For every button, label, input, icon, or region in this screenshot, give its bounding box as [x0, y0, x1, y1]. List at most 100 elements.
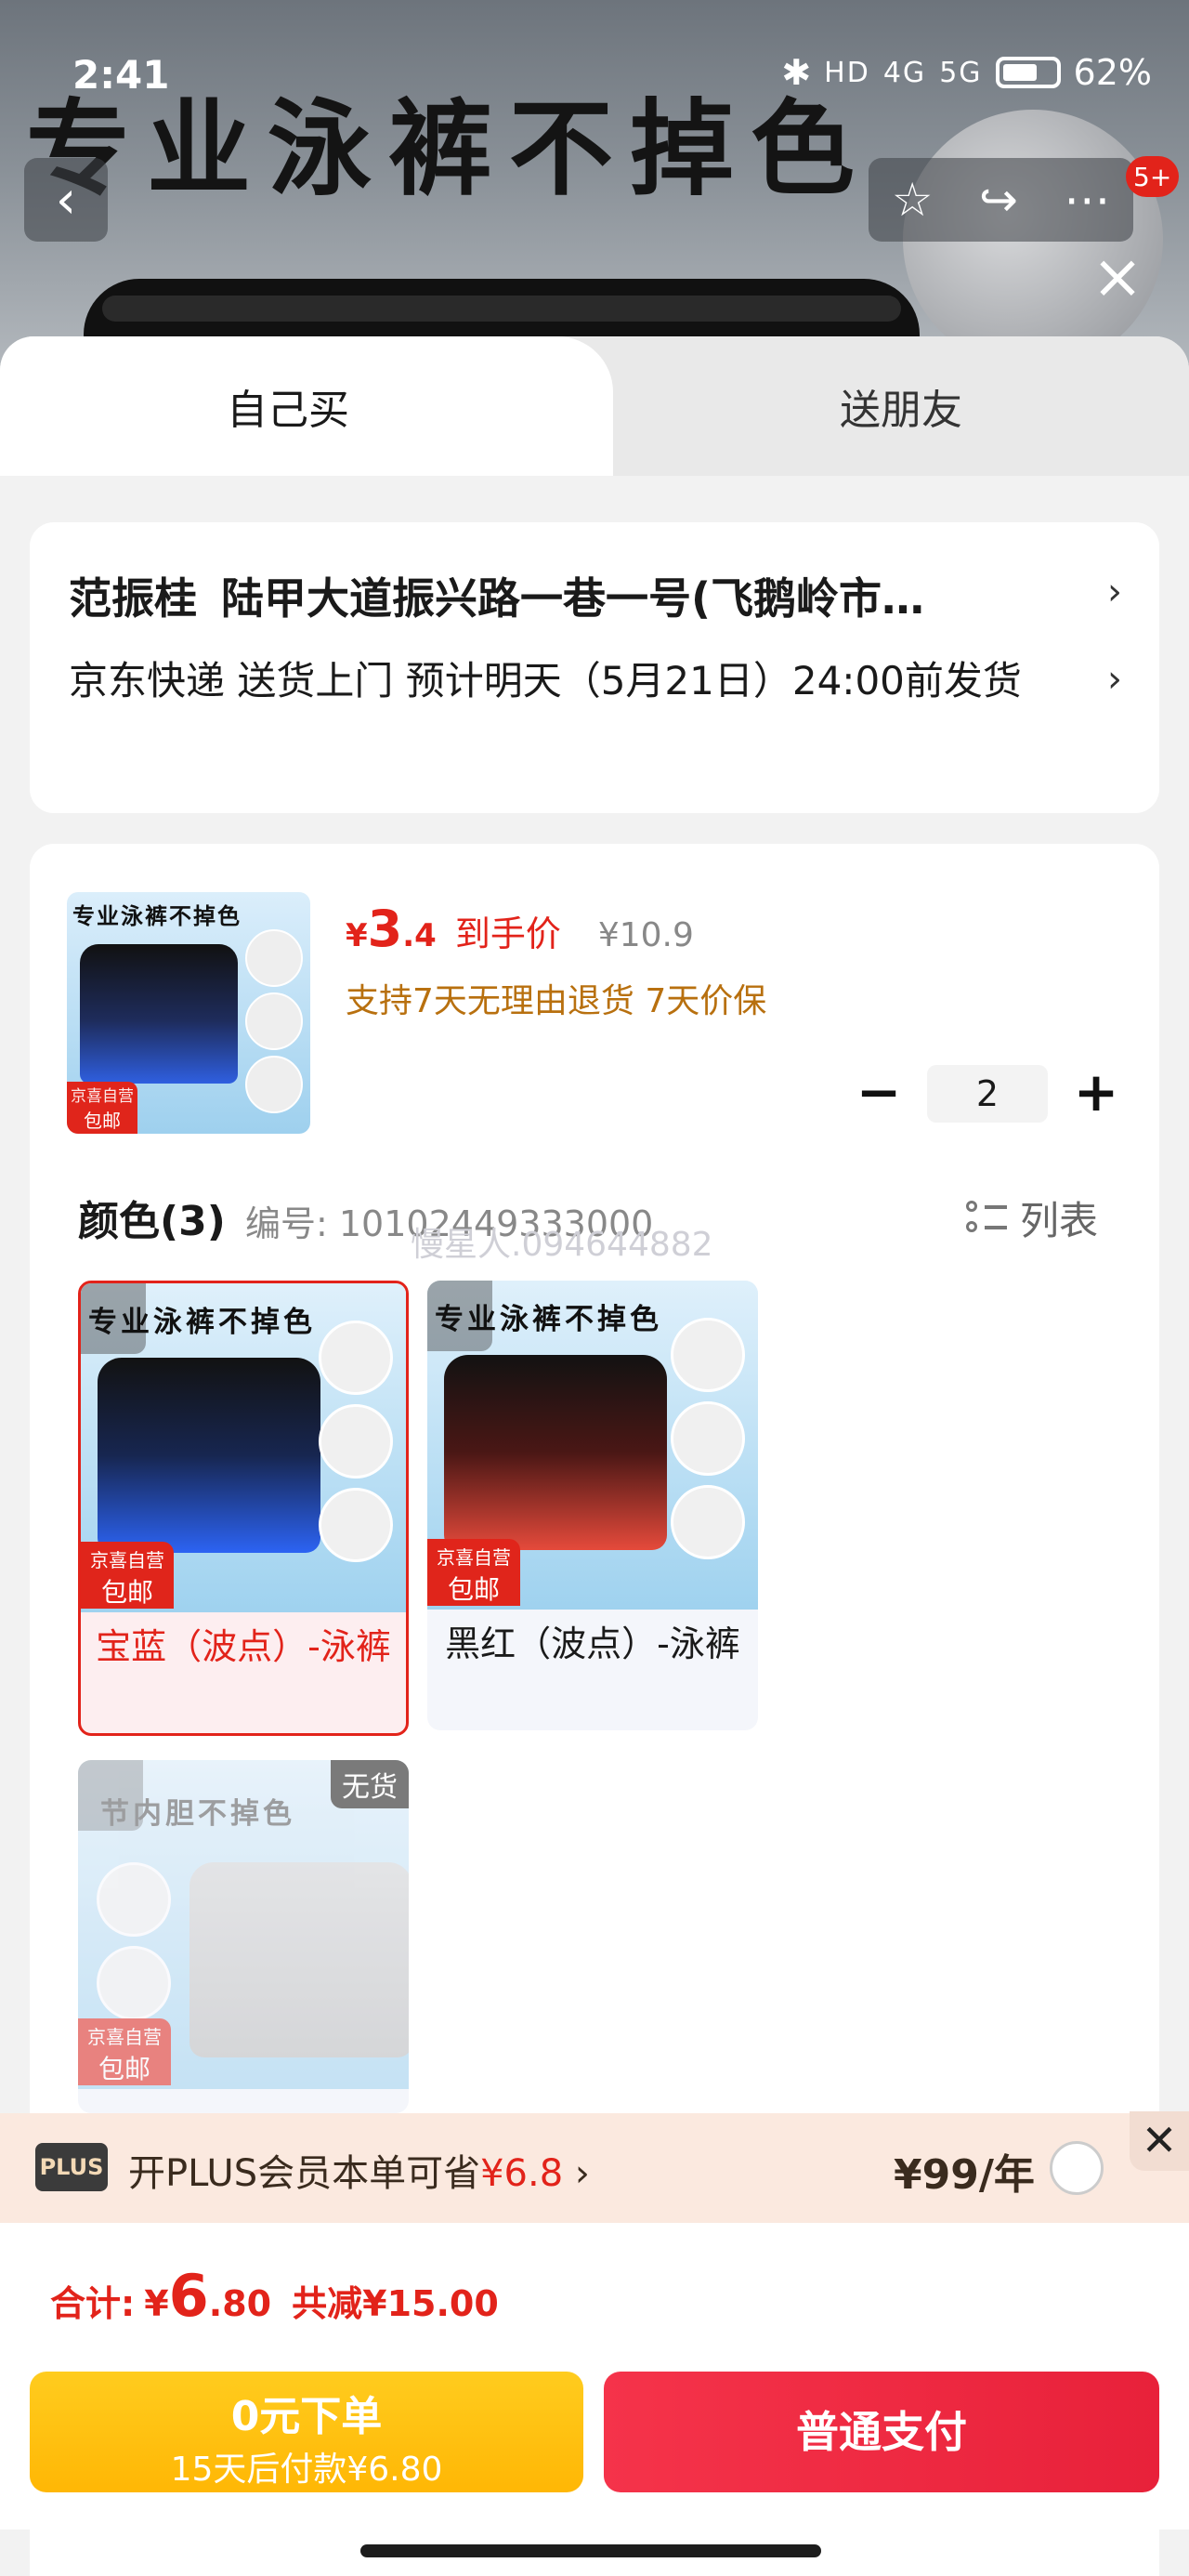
battery-icon: [995, 57, 1061, 88]
swatch-royal-blue[interactable]: 专业泳裤不掉色 京喜自营包邮 宝蓝（波点）-泳裤: [78, 1281, 409, 1736]
star-icon[interactable]: ☆: [892, 173, 934, 227]
home-indicator[interactable]: [360, 2544, 821, 2557]
jd-badge-top: 京喜自营: [71, 1087, 134, 1106]
swatch-sold-out[interactable]: 节内胆不掉色 京喜自营包邮 无货: [78, 1760, 409, 2113]
color-spec-heading: 颜色(3): [78, 1198, 226, 1245]
quantity-stepper: − 2 +: [853, 1065, 1122, 1123]
shipping-info[interactable]: 京东快递 送货上门 预计明天（5月21日）24:00前发货: [69, 652, 1072, 710]
original-price: ¥10.9: [597, 916, 694, 954]
more-icon[interactable]: ⋯: [1064, 173, 1110, 227]
plus-membership-bar[interactable]: PLUS 开PLUS会员本单可省¥6.8 › ¥99/年: [0, 2113, 1189, 2223]
swatch-shorts: [444, 1355, 667, 1550]
total-discount: 共减¥15.00: [292, 2283, 499, 2324]
hd-icon: HD: [824, 56, 870, 89]
swatch-detail-circles: [671, 1318, 751, 1569]
plus-close-button[interactable]: ✕: [1130, 2111, 1189, 2171]
total-symbol: ¥: [144, 2283, 169, 2324]
jd-badge-top: 京喜自营: [437, 1546, 511, 1569]
swatch-label: 宝蓝（波点）-泳裤: [96, 1626, 391, 1667]
order-total: 合计: ¥6.80 共减¥15.00: [50, 2262, 499, 2330]
tab-buy-self[interactable]: 自己买: [0, 336, 613, 476]
jd-badge-top: 京喜自营: [90, 1549, 164, 1571]
price-symbol: ¥: [346, 917, 368, 954]
swatch-image: 节内胆不掉色 京喜自营包邮: [78, 1760, 409, 2089]
watermark-text: 慢星人.094644882: [411, 1226, 713, 1264]
swatch-black-red[interactable]: 专业泳裤不掉色 京喜自营包邮 黑红（波点）-泳裤: [427, 1281, 758, 1730]
jd-badge-bottom: 包邮: [100, 1577, 153, 1608]
jd-badge-bottom: 包邮: [447, 1574, 500, 1605]
close-icon: ×: [1091, 241, 1143, 312]
jd-badge-top: 京喜自营: [87, 2026, 162, 2048]
battery-percent: 62%: [1073, 52, 1152, 93]
share-icon[interactable]: ↪: [979, 173, 1018, 227]
status-bar: 2:41 ✱ HD 4G 5G 62%: [0, 0, 1189, 98]
signal-4g-icon: 4G: [882, 56, 927, 89]
increase-quantity-button[interactable]: +: [1070, 1065, 1122, 1120]
address-chevron-icon: ›: [1107, 571, 1122, 613]
swatch-slogan: 专业泳裤不掉色: [88, 1306, 316, 1339]
plus-offer-text: 开PLUS会员本单可省¥6.8 ›: [128, 2143, 590, 2197]
total-amount: ¥6: [144, 2262, 209, 2330]
swatch-shorts: [98, 1358, 320, 1553]
swatch-detail-circles: [97, 1862, 176, 2030]
shipping-chevron-icon: ›: [1107, 658, 1122, 701]
swatch-image: 专业泳裤不掉色 京喜自营包邮: [81, 1283, 406, 1612]
swatch-image: 专业泳裤不掉色 京喜自营包邮: [427, 1281, 758, 1610]
price-row: ¥3.4 到手价 ¥10.9: [346, 900, 694, 958]
hero-shorts-band: [102, 296, 901, 322]
swatch-label: 黑红（波点）-泳裤: [445, 1623, 740, 1664]
back-button[interactable]: ‹: [24, 158, 108, 242]
plus-select-radio[interactable]: [1050, 2141, 1104, 2195]
quantity-input[interactable]: 2: [927, 1065, 1048, 1123]
jd-badge-bottom: 包邮: [98, 2054, 150, 2084]
address-card[interactable]: 范振桂 陆甲大道振兴路一巷一号(飞鹅岭市… › 京东快递 送货上门 预计明天（5月…: [30, 522, 1159, 813]
jd-self-badge: 京喜自营 包邮: [78, 2018, 171, 2085]
product-thumbnail[interactable]: 专业泳裤不掉色 京喜自营 包邮: [67, 892, 310, 1134]
payment-bar: 0元下单 15天后付款¥6.80 普通支付: [0, 2362, 1189, 2530]
pay-later-title: 0元下单: [230, 2393, 383, 2440]
list-icon: [965, 1199, 1007, 1238]
close-sheet-button[interactable]: ×: [1087, 246, 1148, 310]
jd-badge-bottom: 包邮: [84, 1110, 121, 1132]
arrive-price-label: 到手价: [454, 913, 561, 954]
message-badge: 5+: [1126, 156, 1180, 197]
thumb-detail-circles: [245, 929, 307, 1119]
bluetooth-icon: ✱: [781, 52, 812, 93]
list-view-toggle[interactable]: 列表: [965, 1189, 1098, 1246]
price-dec: .4: [402, 917, 437, 954]
status-icons: ✱ HD 4G 5G 62%: [781, 52, 1152, 93]
swatch-detail-circles: [319, 1321, 399, 1571]
jd-self-badge: 京喜自营 包邮: [67, 1082, 137, 1134]
pay-later-subtitle: 15天后付款¥6.80: [170, 2451, 443, 2489]
address-line[interactable]: 范振桂 陆甲大道振兴路一巷一号(飞鹅岭市…: [69, 565, 1053, 626]
plus-price: ¥99/年: [894, 2151, 1035, 2199]
plus-offer-prefix: 开PLUS会员本单可省: [128, 2152, 481, 2195]
swatch-slogan: 专业泳裤不掉色: [435, 1303, 662, 1336]
total-dec: .80: [208, 2283, 272, 2324]
plus-tag: PLUS: [35, 2143, 108, 2191]
sold-out-badge: 无货: [331, 1760, 409, 1808]
total-int: 6: [168, 2262, 209, 2330]
normal-pay-button[interactable]: 普通支付: [604, 2372, 1159, 2492]
swatch-slogan: 节内胆不掉色: [100, 1797, 295, 1831]
plus-saving: ¥6.8: [480, 2152, 564, 2195]
total-label: 合计:: [50, 2283, 136, 2324]
jd-self-badge: 京喜自营 包邮: [81, 1542, 174, 1609]
status-time: 2:41: [72, 52, 170, 98]
list-toggle-label: 列表: [1019, 1198, 1098, 1243]
final-price: ¥3.4: [346, 900, 437, 958]
thumb-slogan: 专业泳裤不掉色: [72, 903, 242, 929]
receiver-name: 范振桂: [69, 573, 197, 624]
chevron-right-icon: ›: [574, 2152, 590, 2195]
service-promise: 支持7天无理由退货 7天价保: [346, 982, 767, 1020]
order-total-bar: 合计: ¥6.80 共减¥15.00: [0, 2223, 1189, 2362]
price-int: 3: [367, 900, 403, 958]
jd-self-badge: 京喜自营 包邮: [427, 1539, 520, 1606]
decrease-quantity-button[interactable]: −: [853, 1065, 905, 1120]
buy-mode-tabs: 送朋友 自己买: [0, 336, 1189, 476]
pay-later-button[interactable]: 0元下单 15天后付款¥6.80: [30, 2372, 583, 2492]
chevron-left-icon: ‹: [55, 169, 77, 230]
top-action-group: ☆ ↪ ⋯: [869, 158, 1133, 242]
swatch-shorts: [189, 1862, 409, 2057]
tab-send-friend[interactable]: 送朋友: [613, 336, 1189, 476]
